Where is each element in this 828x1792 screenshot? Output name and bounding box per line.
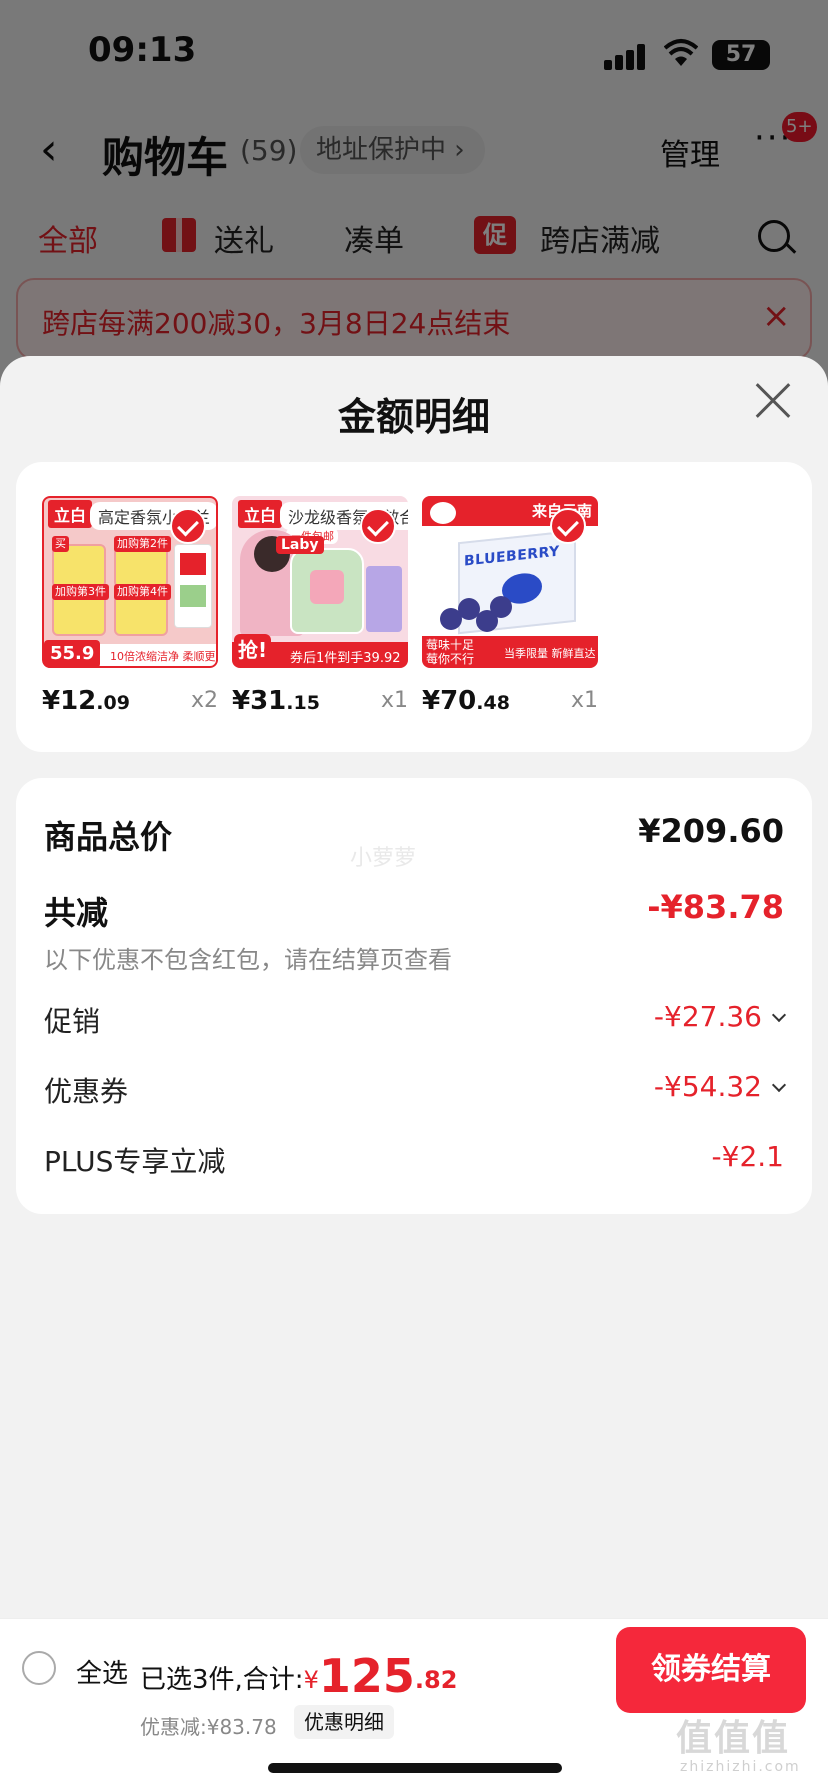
promotion-value: -¥27.36 [654,1000,787,1033]
coupon-value: -¥54.32 [654,1070,787,1103]
price-summary-card: 小萝萝 商品总价 ¥209.60 共减 -¥83.78 以下优惠不包含红包，请在… [16,778,812,1214]
product-price: ¥70.48 [422,686,510,716]
mascot-icon [430,502,456,524]
select-all-label[interactable]: 全选 [76,1653,128,1690]
brand-logo: Laby [276,536,324,554]
product-quantity: x1 [570,688,598,713]
discount-detail-button[interactable]: 优惠明细 [294,1705,394,1739]
close-icon[interactable] [750,378,796,424]
checked-icon [170,508,206,544]
selected-summary: 已选3件,合计:¥125.82 [140,1649,458,1703]
savings-value: -¥83.78 [647,888,784,926]
savings-label: 共减 [44,894,109,932]
checked-icon [550,508,586,544]
product-item[interactable]: 立白 沙龙级香氛 6效合一 一件包邮 Laby 抢! 券后1件到手39.92 ¥… [232,496,408,716]
coupon-row[interactable]: 优惠券 -¥54.32 [44,1070,787,1110]
promotion-label: 促销 [44,1005,101,1038]
watermark: 值值值 [676,1718,791,1759]
product-quantity: x1 [380,688,408,713]
product-bottle [290,548,364,634]
total-amount: 125 [318,1649,415,1703]
total-value: ¥209.60 [638,812,784,850]
watermark-url: zhizhizhi.com [680,1759,801,1775]
product-price: ¥31.15 [232,686,320,716]
home-indicator[interactable] [268,1763,562,1773]
blueberries [440,594,512,636]
product-box [366,566,402,632]
amount-detail-sheet: 金额明细 立白 高定香氛小苍兰 买 加购第2件 加购第3件 加购第4件 55.9… [0,356,828,1622]
product-image: 立白 沙龙级香氛 6效合一 一件包邮 Laby 抢! 券后1件到手39.92 [232,496,408,668]
plus-discount-label: PLUS专享立减 [44,1145,226,1178]
plus-discount-value: -¥2.1 [711,1140,784,1173]
product-strip: 立白 高定香氛小苍兰 买 加购第2件 加购第3件 加购第4件 55.9 10倍浓… [16,462,812,752]
product-image: 立白 高定香氛小苍兰 买 加购第2件 加购第3件 加购第4件 55.9 10倍浓… [42,496,218,668]
checkout-button[interactable]: 领券结算 [616,1627,806,1713]
box-label: BLUEBERRY [464,543,560,570]
product-quantity: x2 [190,688,218,713]
product-image: 来自云南 BLUEBERRY 莓味十足莓你不行 当季限量 新鲜直达 [422,496,598,668]
select-all-checkbox[interactable] [22,1651,56,1685]
image-tagline: 券后1件到手39.92 [290,651,401,666]
chevron-down-icon [771,1007,787,1023]
rush-tag: 抢! [234,634,272,663]
image-footer: 抢! 券后1件到手39.92 [232,634,408,668]
total-label: 商品总价 [44,818,173,856]
plus-discount-row: PLUS专享立减 -¥2.1 [44,1140,784,1180]
discount-text: 优惠减:¥83.78 [140,1715,277,1739]
image-footer: 莓味十足 莓你不行 当季限量 新鲜直达 [422,636,598,668]
sheet-title: 金额明细 [337,395,490,439]
image-tagline: 莓味十足 莓你不行 [426,638,475,666]
watermark: 小萝萝 [350,846,417,871]
image-tagline: 当季限量 新鲜直达 [504,647,596,660]
promotion-row[interactable]: 促销 -¥27.36 [44,1000,787,1040]
checked-icon [360,508,396,544]
product-item[interactable]: 来自云南 BLUEBERRY 莓味十足莓你不行 当季限量 新鲜直达 ¥70.48… [422,496,598,716]
coupon-label: 优惠券 [44,1075,129,1108]
product-price: ¥12.09 [42,686,130,716]
brand-logo: 立白 [238,500,283,528]
product-item[interactable]: 立白 高定香氛小苍兰 买 加购第2件 加购第3件 加购第4件 55.9 10倍浓… [42,496,218,716]
checkout-bar: 全选 已选3件,合计:¥125.82 优惠减:¥83.78 优惠明细 领券结算 … [0,1618,828,1792]
chevron-down-icon [771,1077,787,1093]
